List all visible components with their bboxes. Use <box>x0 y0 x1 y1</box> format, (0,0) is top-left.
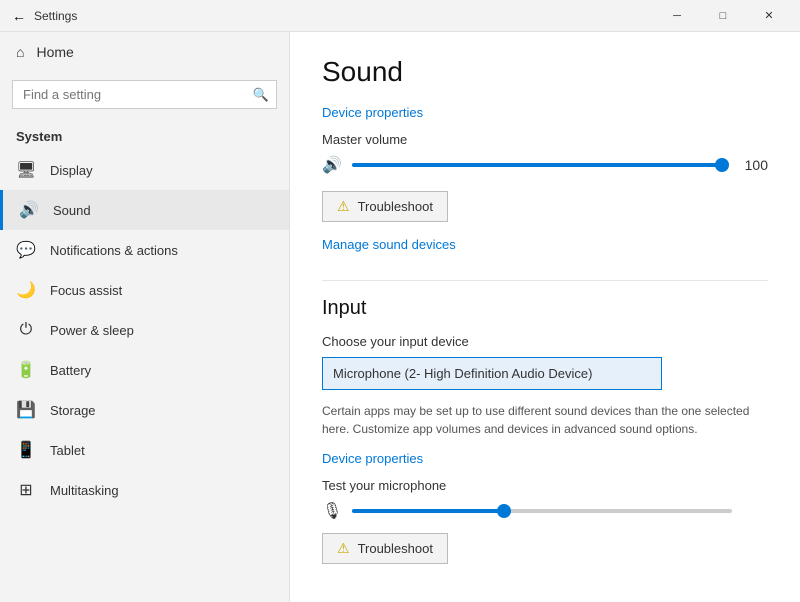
search-icon: 🔍 <box>253 87 269 103</box>
titlebar-left: ← Settings <box>12 8 77 24</box>
section-divider <box>322 280 768 281</box>
volume-icon: 🔊 <box>322 155 342 175</box>
multitasking-label: Multitasking <box>50 483 119 498</box>
mic-thumb <box>497 504 511 518</box>
troubleshoot-button[interactable]: ⚠ Troubleshoot <box>322 191 448 222</box>
close-button[interactable]: ✕ <box>746 0 792 32</box>
master-volume-label: Master volume <box>322 132 768 147</box>
display-icon: 🖥 <box>16 160 36 180</box>
sound-label: Sound <box>53 203 91 218</box>
sidebar-item-storage[interactable]: 💾 Storage <box>0 390 289 430</box>
sidebar-item-tablet[interactable]: 📱 Tablet <box>0 430 289 470</box>
titlebar-controls: ─ □ ✕ <box>654 0 792 32</box>
test-mic-label: Test your microphone <box>322 478 768 493</box>
choose-input-label: Choose your input device <box>322 334 768 349</box>
tablet-icon: 📱 <box>16 440 36 460</box>
mic-icon: 🎙 <box>322 501 342 521</box>
back-icon[interactable]: ← <box>12 8 26 24</box>
sidebar-item-focus[interactable]: 🌙 Focus assist <box>0 270 289 310</box>
volume-thumb <box>715 158 729 172</box>
search-box: 🔍 <box>12 80 277 109</box>
sidebar-item-notifications[interactable]: 💬 Notifications & actions <box>0 230 289 270</box>
home-icon: ⌂ <box>16 44 24 60</box>
power-icon: ⏻ <box>16 321 36 339</box>
info-text: Certain apps may be set up to use differ… <box>322 402 768 438</box>
battery-label: Battery <box>50 363 91 378</box>
troubleshoot-button2[interactable]: ⚠ Troubleshoot <box>322 533 448 564</box>
storage-icon: 💾 <box>16 400 36 420</box>
search-input[interactable] <box>12 80 277 109</box>
focus-label: Focus assist <box>50 283 122 298</box>
mic-slider[interactable] <box>352 509 732 513</box>
warning-icon2: ⚠ <box>337 540 350 557</box>
power-label: Power & sleep <box>50 323 134 338</box>
focus-icon: 🌙 <box>16 280 36 300</box>
volume-slider[interactable] <box>352 163 722 167</box>
sidebar: ⌂ Home 🔍 System 🖥 Display 🔊 Sound 💬 Noti… <box>0 32 290 602</box>
app-body: ⌂ Home 🔍 System 🖥 Display 🔊 Sound 💬 Noti… <box>0 32 800 602</box>
page-title: Sound <box>322 56 768 88</box>
sound-icon: 🔊 <box>19 200 39 220</box>
sidebar-item-battery[interactable]: 🔋 Battery <box>0 350 289 390</box>
sidebar-item-multitasking[interactable]: ⊞ Multitasking <box>0 470 289 510</box>
home-label: Home <box>36 44 73 60</box>
volume-fill <box>352 163 722 167</box>
titlebar: ← Settings ─ □ ✕ <box>0 0 800 32</box>
storage-label: Storage <box>50 403 96 418</box>
content-area: Sound Device properties Master volume 🔊 … <box>290 32 800 602</box>
warning-icon: ⚠ <box>337 198 350 215</box>
sidebar-item-display[interactable]: 🖥 Display <box>0 150 289 190</box>
display-label: Display <box>50 163 93 178</box>
mic-fill <box>352 509 504 513</box>
volume-value: 100 <box>732 157 768 173</box>
maximize-button[interactable]: □ <box>700 0 746 32</box>
tablet-label: Tablet <box>50 443 85 458</box>
manage-sound-devices-link[interactable]: Manage sound devices <box>322 237 456 252</box>
input-device-select[interactable]: Microphone (2- High Definition Audio Dev… <box>322 357 662 390</box>
sidebar-item-power[interactable]: ⏻ Power & sleep <box>0 310 289 350</box>
troubleshoot-label: Troubleshoot <box>358 199 433 214</box>
minimize-button[interactable]: ─ <box>654 0 700 32</box>
sidebar-section-label: System <box>0 117 289 150</box>
titlebar-title: Settings <box>34 9 77 23</box>
volume-row: 🔊 100 <box>322 155 768 175</box>
mic-row: 🎙 <box>322 501 768 521</box>
notifications-icon: 💬 <box>16 240 36 260</box>
sidebar-item-home[interactable]: ⌂ Home <box>0 32 289 72</box>
sidebar-item-sound[interactable]: 🔊 Sound <box>0 190 289 230</box>
multitasking-icon: ⊞ <box>16 480 36 500</box>
troubleshoot-label2: Troubleshoot <box>358 541 433 556</box>
input-section-title: Input <box>322 297 768 320</box>
device-properties-link2[interactable]: Device properties <box>322 451 423 466</box>
battery-icon: 🔋 <box>16 360 36 380</box>
device-properties-link[interactable]: Device properties <box>322 105 423 120</box>
notifications-label: Notifications & actions <box>50 243 178 258</box>
